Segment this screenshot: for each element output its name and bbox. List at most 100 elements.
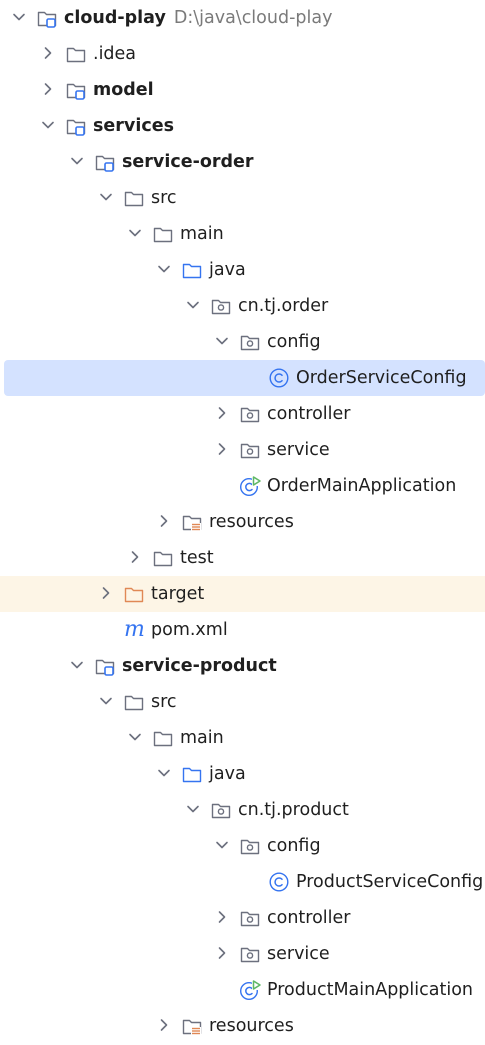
- tree-row-main[interactable]: main: [0, 720, 485, 756]
- chevron-down-icon[interactable]: [213, 836, 231, 854]
- chevron-down-icon[interactable]: [68, 152, 86, 170]
- tree-item-name: cn.tj.order: [238, 296, 329, 316]
- tree-row-service-order[interactable]: service-order: [0, 144, 485, 180]
- tree-row-config[interactable]: config: [0, 324, 485, 360]
- package-icon: [239, 331, 261, 353]
- tree-item-label: service: [267, 936, 330, 972]
- tree-item-name: OrderServiceConfig: [296, 368, 467, 388]
- folder-icon: [152, 223, 174, 245]
- tree-item-label: OrderMainApplication: [267, 468, 456, 504]
- chevron-right-icon[interactable]: [213, 944, 231, 962]
- tree-row-cloud-play[interactable]: cloud-play D:\java\cloud-play: [0, 0, 485, 36]
- chevron-down-icon[interactable]: [155, 764, 173, 782]
- tree-row-service[interactable]: service: [0, 432, 485, 468]
- chevron-down-icon[interactable]: [184, 800, 202, 818]
- tree-item-label: main: [180, 720, 224, 756]
- module-folder-icon: [65, 79, 87, 101]
- tree-item-name: target: [151, 584, 205, 604]
- tree-row-productmainapplication[interactable]: ProductMainApplication: [0, 972, 485, 1008]
- tree-item-name: .idea: [93, 44, 137, 64]
- chevron-right-icon[interactable]: [155, 512, 173, 530]
- package-icon: [210, 799, 232, 821]
- tree-item-label: services: [93, 108, 174, 144]
- project-path: D:\java\cloud-play: [173, 8, 333, 28]
- chevron-down-icon[interactable]: [184, 296, 202, 314]
- tree-row-service-product[interactable]: service-product: [0, 648, 485, 684]
- tree-item-name: main: [180, 224, 224, 244]
- package-icon: [210, 295, 232, 317]
- tree-item-name: cloud-play: [64, 8, 166, 28]
- tree-item-name: controller: [267, 404, 351, 424]
- folder-icon: [152, 727, 174, 749]
- tree-row-controller[interactable]: controller: [0, 900, 485, 936]
- chevron-right-icon[interactable]: [97, 584, 115, 602]
- tree-item-label: src: [151, 180, 177, 216]
- tree-row-controller[interactable]: controller: [0, 396, 485, 432]
- chevron-right-icon[interactable]: [213, 440, 231, 458]
- tree-row-target[interactable]: target: [0, 576, 485, 612]
- folder-icon: [123, 691, 145, 713]
- chevron-right-icon[interactable]: [213, 908, 231, 926]
- tree-item-label: service-order: [122, 144, 254, 180]
- chevron-down-icon[interactable]: [97, 692, 115, 710]
- tree-row-resources[interactable]: resources: [0, 504, 485, 540]
- tree-row-model[interactable]: model: [0, 72, 485, 108]
- module-folder-icon: [94, 151, 116, 173]
- tree-row-ordermainapplication[interactable]: OrderMainApplication: [0, 468, 485, 504]
- tree-item-name: src: [151, 692, 177, 712]
- chevron-down-icon[interactable]: [97, 188, 115, 206]
- source-folder-icon: [181, 259, 203, 281]
- tree-row-services[interactable]: services: [0, 108, 485, 144]
- tree-item-label: cn.tj.product: [238, 792, 349, 828]
- tree-item-label: service: [267, 432, 330, 468]
- run-class-icon: [239, 475, 261, 497]
- tree-row-resources[interactable]: resources: [0, 1008, 485, 1044]
- chevron-right-icon[interactable]: [39, 44, 57, 62]
- chevron-down-icon[interactable]: [126, 728, 144, 746]
- tree-item-label: cloud-play D:\java\cloud-play: [64, 0, 332, 36]
- tree-item-name: service-product: [122, 656, 277, 676]
- tree-row-src[interactable]: src: [0, 684, 485, 720]
- tree-row-src[interactable]: src: [0, 180, 485, 216]
- chevron-down-icon[interactable]: [68, 656, 86, 674]
- tree-item-label: ProductServiceConfig: [296, 864, 483, 900]
- chevron-down-icon[interactable]: [155, 260, 173, 278]
- chevron-right-icon[interactable]: [39, 80, 57, 98]
- tree-item-label: resources: [209, 1008, 294, 1044]
- chevron-down-icon[interactable]: [213, 332, 231, 350]
- tree-item-label: controller: [267, 900, 350, 936]
- package-icon: [239, 403, 261, 425]
- tree-item-name: java: [209, 260, 246, 280]
- chevron-right-icon[interactable]: [213, 404, 231, 422]
- tree-row-test[interactable]: test: [0, 540, 485, 576]
- chevron-right-icon[interactable]: [155, 1016, 173, 1034]
- class-icon: [268, 367, 290, 389]
- tree-row-pom-xml[interactable]: m pom.xml: [0, 612, 485, 648]
- tree-item-name: model: [93, 80, 154, 100]
- chevron-down-icon[interactable]: [126, 224, 144, 242]
- tree-row-cn-tj-order[interactable]: cn.tj.order: [0, 288, 485, 324]
- tree-item-label: java: [209, 756, 246, 792]
- tree-row-productserviceconfig[interactable]: ProductServiceConfig: [0, 864, 485, 900]
- run-class-icon: [239, 979, 261, 1001]
- tree-item-label: target: [151, 576, 204, 612]
- chevron-down-icon[interactable]: [39, 116, 57, 134]
- tree-row-cn-tj-product[interactable]: cn.tj.product: [0, 792, 485, 828]
- tree-item-label: controller: [267, 396, 350, 432]
- tree-row-idea[interactable]: .idea: [0, 36, 485, 72]
- tree-row-java[interactable]: java: [0, 252, 485, 288]
- package-icon: [239, 439, 261, 461]
- chevron-right-icon[interactable]: [126, 548, 144, 566]
- tree-item-label: resources: [209, 504, 294, 540]
- tree-row-config[interactable]: config: [0, 828, 485, 864]
- tree-row-service[interactable]: service: [0, 936, 485, 972]
- tree-item-label: pom.xml: [151, 612, 228, 648]
- tree-row-orderserviceconfig[interactable]: OrderServiceConfig: [4, 360, 485, 396]
- tree-row-main[interactable]: main: [0, 216, 485, 252]
- chevron-down-icon[interactable]: [10, 8, 28, 26]
- resources-folder-icon: [181, 1015, 203, 1037]
- tree-item-name: service: [267, 944, 330, 964]
- tree-item-name: config: [267, 332, 321, 352]
- tree-row-java[interactable]: java: [0, 756, 485, 792]
- tree-item-label: ProductMainApplication: [267, 972, 473, 1008]
